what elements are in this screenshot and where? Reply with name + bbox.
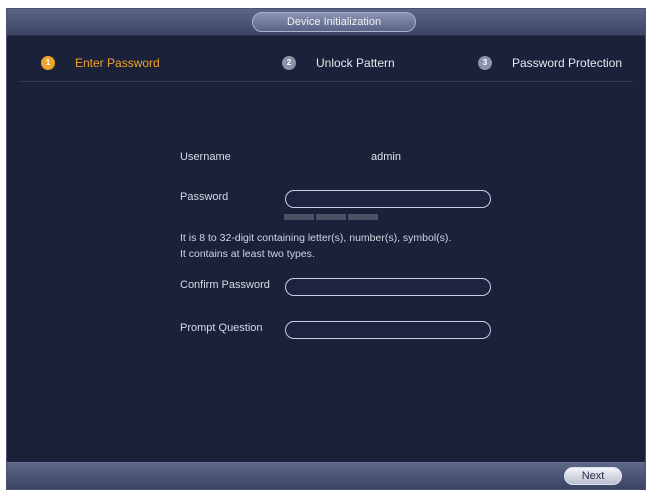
prompt-question-input[interactable]: [285, 321, 491, 339]
password-strength-meter: [284, 214, 378, 220]
username-label: Username: [180, 151, 231, 163]
password-input[interactable]: [285, 190, 491, 208]
strength-segment: [348, 214, 378, 220]
step-3-number-icon: 3: [478, 56, 492, 70]
strength-segment: [316, 214, 346, 220]
strength-segment: [284, 214, 314, 220]
confirm-password-input[interactable]: [285, 278, 491, 296]
step-2-label: Unlock Pattern: [316, 56, 395, 70]
step-password-protection: 3 Password Protection: [478, 55, 622, 71]
step-unlock-pattern: 2 Unlock Pattern: [282, 55, 395, 71]
window-title: Device Initialization: [252, 12, 416, 32]
step-2-number-icon: 2: [282, 56, 296, 70]
password-label: Password: [180, 191, 229, 203]
bottom-bar: Next: [7, 462, 645, 489]
username-value: admin: [371, 151, 401, 163]
password-hint-line-2: It contains at least two types.: [180, 248, 315, 260]
step-1-label: Enter Password: [75, 56, 160, 70]
device-initialization-window: Device Initialization 1 Enter Password 2…: [6, 8, 646, 490]
confirm-password-label: Confirm Password: [180, 279, 270, 291]
step-1-number-icon: 1: [41, 56, 55, 70]
title-bar: Device Initialization: [7, 9, 645, 36]
prompt-question-label: Prompt Question: [180, 322, 263, 334]
step-enter-password: 1 Enter Password: [41, 55, 160, 71]
password-hint-line-1: It is 8 to 32-digit containing letter(s)…: [180, 232, 452, 244]
password-hint: It is 8 to 32-digit containing letter(s)…: [180, 230, 451, 262]
steps-divider: [19, 81, 633, 82]
next-button[interactable]: Next: [564, 467, 622, 485]
step-3-label: Password Protection: [512, 56, 623, 70]
